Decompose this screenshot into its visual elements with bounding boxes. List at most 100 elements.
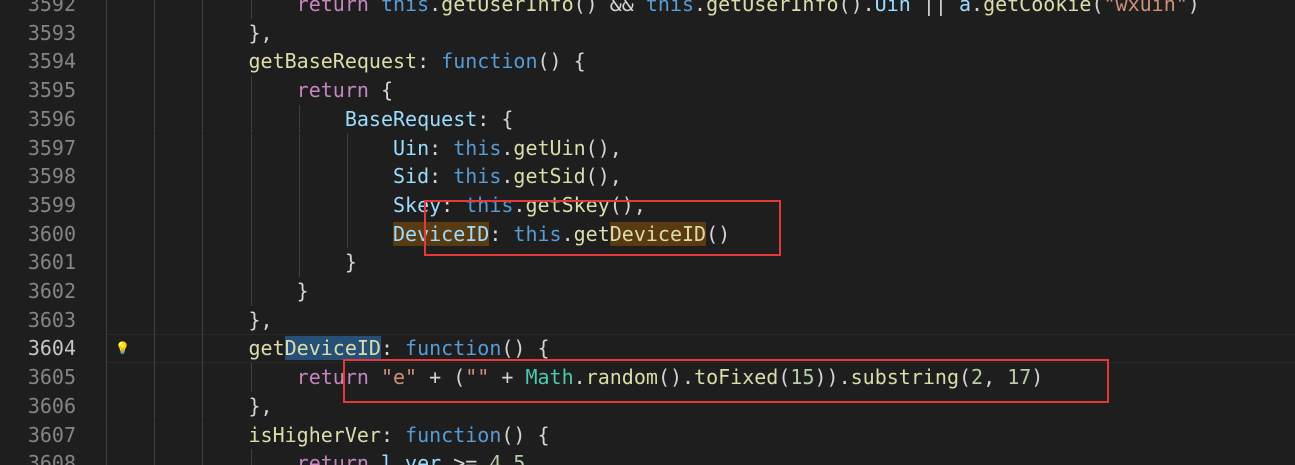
code-token: function <box>405 336 502 361</box>
code-line[interactable]: 3599 Skey: this.getSkey(), <box>0 190 1295 220</box>
code-text[interactable]: }, <box>104 19 272 48</box>
code-token: : <box>380 336 406 361</box>
code-token: . <box>393 451 406 465</box>
code-token: . <box>694 0 707 16</box>
code-text[interactable]: return { <box>104 76 393 105</box>
line-number: 3592 <box>27 0 76 16</box>
code-token: . <box>573 365 586 390</box>
code-text[interactable]: }, <box>104 306 273 335</box>
code-token: "e" <box>380 365 418 390</box>
code-token: Uin <box>874 0 911 16</box>
code-token: getCookie <box>983 0 1092 16</box>
code-line[interactable]: 3596 BaseRequest: { <box>0 104 1295 134</box>
code-token: Sid <box>392 164 430 189</box>
code-token: Uin <box>392 135 430 160</box>
code-token: ( <box>959 365 972 390</box>
code-line[interactable]: 3597 Uin: this.getUin(), <box>0 133 1295 163</box>
code-line[interactable]: 3608 return l.ver >= 4.5 <box>0 449 1295 465</box>
line-number: 3594 <box>27 49 76 74</box>
code-line[interactable]: 3606 }, <box>0 391 1295 421</box>
code-token: getBaseRequest <box>248 49 418 74</box>
code-token: , <box>983 365 1008 390</box>
code-token: this <box>513 221 562 246</box>
code-token: ) <box>1031 365 1044 390</box>
code-token: toFixed <box>694 365 779 390</box>
code-text[interactable]: return l.ver >= 4.5 <box>104 449 526 465</box>
code-text[interactable]: return "e" + ("" + Math.random().toFixed… <box>104 363 1044 392</box>
code-token: () { <box>537 49 586 74</box>
code-text[interactable]: } <box>104 277 309 306</box>
code-token: () <box>706 221 731 246</box>
code-token: { <box>368 78 393 103</box>
code-line[interactable]: 3598 Sid: this.getSid(), <box>0 162 1295 191</box>
code-text[interactable]: return this.getUserInfo() && this.getUse… <box>104 0 1200 19</box>
code-token: : <box>441 192 466 217</box>
code-token: >= <box>441 451 490 465</box>
code-line[interactable]: 3607 isHigherVer: function() { <box>0 420 1295 450</box>
code-token: this <box>380 0 430 16</box>
code-text[interactable]: }, <box>104 392 273 421</box>
code-token: + ( <box>417 365 466 390</box>
code-line[interactable]: 3600 DeviceID: this.getDeviceID() <box>0 219 1295 249</box>
code-token: BaseRequest <box>344 106 478 131</box>
line-number: 3593 <box>27 20 76 45</box>
code-line[interactable]: 3592 return this.getUserInfo() && this.g… <box>0 0 1295 19</box>
code-token: DeviceID <box>284 336 381 361</box>
code-token: }, <box>104 307 273 332</box>
code-text[interactable]: BaseRequest: { <box>104 105 514 134</box>
code-token: : <box>417 49 442 74</box>
code-token: random <box>585 365 658 390</box>
code-token: return <box>296 451 369 465</box>
code-token: . <box>429 0 442 16</box>
code-token: . <box>971 0 984 16</box>
code-text[interactable]: } <box>104 248 357 277</box>
code-token: DeviceID <box>609 221 707 246</box>
line-number: 3607 <box>27 422 76 447</box>
line-number: 3608 <box>27 451 76 465</box>
code-token: getUserInfo <box>441 0 574 16</box>
code-token: 17 <box>1007 365 1032 390</box>
code-text[interactable]: Uin: this.getUin(), <box>104 134 622 163</box>
code-text[interactable]: Skey: this.getSkey(), <box>104 191 646 220</box>
code-token: return <box>296 78 369 103</box>
code-text[interactable]: isHigherVer: function() { <box>104 421 550 450</box>
code-text[interactable]: DeviceID: this.getDeviceID() <box>104 220 730 249</box>
code-text[interactable]: Sid: this.getSid(), <box>104 162 622 191</box>
code-token: } <box>104 250 357 275</box>
code-line[interactable]: 💡 3604 getDeviceID: function() { <box>0 334 1295 364</box>
code-token: get <box>573 221 610 246</box>
code-line[interactable]: 3605 return "e" + ("" + Math.random().to… <box>0 363 1295 392</box>
code-text[interactable]: getDeviceID: function() { <box>104 334 550 363</box>
line-number: 3603 <box>27 307 76 332</box>
code-token: || <box>910 0 959 16</box>
code-token: 2 <box>971 365 984 390</box>
code-token: (), <box>585 164 622 189</box>
code-token: : <box>429 164 454 189</box>
code-text[interactable]: getBaseRequest: function() { <box>104 47 586 76</box>
code-token: this <box>645 0 695 16</box>
code-line[interactable]: 3594 getBaseRequest: function() { <box>0 47 1295 77</box>
line-number: 3599 <box>27 192 76 217</box>
code-token: ( <box>1091 0 1104 16</box>
code-token: function <box>405 422 502 447</box>
code-line[interactable]: 3595 return { <box>0 76 1295 105</box>
code-line[interactable]: 3593 }, <box>0 18 1295 48</box>
code-token: . <box>513 192 526 217</box>
line-number: 3605 <box>27 365 76 390</box>
code-line[interactable]: 3602 } <box>0 277 1295 306</box>
code-line[interactable]: 3603 }, <box>0 305 1295 335</box>
code-editor[interactable]: 3592 return this.getUserInfo() && this.g… <box>0 0 1295 465</box>
code-token: }, <box>104 393 273 418</box>
code-token: : <box>489 221 514 246</box>
code-line[interactable]: 3601 } <box>0 248 1295 277</box>
code-token: : <box>380 422 406 447</box>
code-token: this <box>465 192 514 217</box>
